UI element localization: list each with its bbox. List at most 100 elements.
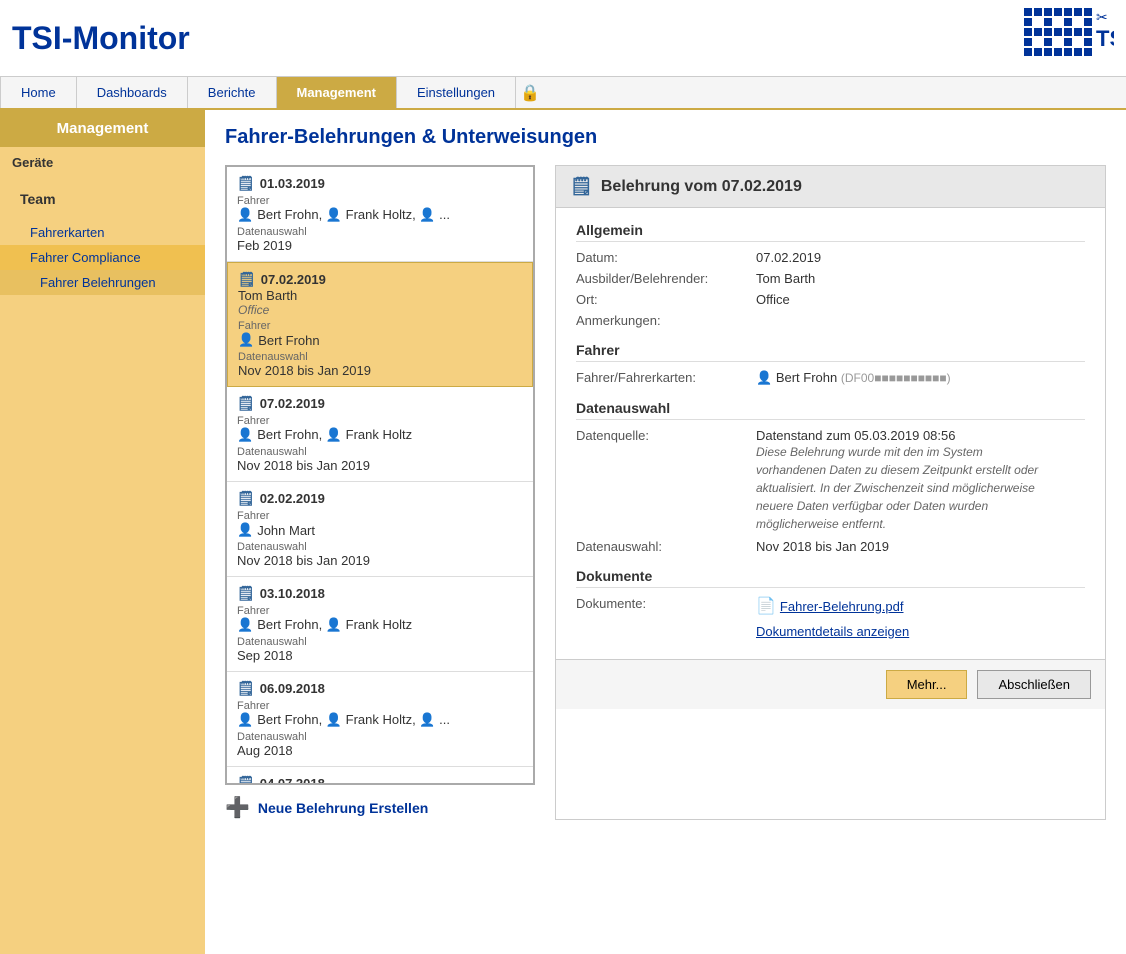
list-item[interactable]: 🗒 06.09.2018 Fahrer 👤 Bert Frohn, 👤 Fran… xyxy=(227,672,533,767)
navbar: Home Dashboards Berichte Management Eins… xyxy=(0,77,1126,110)
tsi-logo-svg: TSI ✂ xyxy=(1024,8,1114,68)
list-item[interactable]: 🗒 07.02.2019 Fahrer 👤 Bert Frohn, 👤 Fran… xyxy=(227,387,533,482)
detail-body: Allgemein Datum: 07.02.2019 Ausbilder/Be… xyxy=(556,208,1105,659)
detail-panel: 🗒 Belehrung vom 07.02.2019 Allgemein Dat… xyxy=(555,165,1106,820)
page-title: Fahrer-Belehrungen & Unterweisungen xyxy=(225,126,1106,149)
detail-label: Dokumente: xyxy=(576,596,756,639)
list-item-fahrer-label: Fahrer xyxy=(237,605,523,617)
list-item-fahrer-label: Fahrer xyxy=(237,510,523,522)
list-item[interactable]: 🗒 01.03.2019 Fahrer 👤 Bert Frohn, 👤 Fran… xyxy=(227,167,533,262)
svg-text:TSI: TSI xyxy=(1096,26,1114,51)
list-item-fahrer-label: Fahrer xyxy=(238,320,522,332)
list-item-date: 🗒 06.09.2018 xyxy=(237,680,523,697)
list-item-datenauswahl: Feb 2019 xyxy=(237,238,523,253)
list-item-fahrer: 👤 John Mart xyxy=(237,522,523,538)
list-item-datenauswahl: Aug 2018 xyxy=(237,743,523,758)
list-item-datenauswahl: Nov 2018 bis Jan 2019 xyxy=(237,553,523,568)
list-item-fahrer: 👤 Bert Frohn, 👤 Frank Holtz xyxy=(237,617,523,633)
section-dokumente: Dokumente xyxy=(576,568,1085,588)
section-datenauswahl: Datenauswahl xyxy=(576,400,1085,420)
list-item[interactable]: 🗒 03.10.2018 Fahrer 👤 Bert Frohn, 👤 Fran… xyxy=(227,577,533,672)
list-item[interactable]: 🗒 07.02.2019 Tom Barth Office Fahrer 👤 B… xyxy=(227,262,533,387)
lock-icon: 🔒 xyxy=(520,83,540,103)
detail-value: Tom Barth xyxy=(756,271,815,286)
list-item-datenauswahl: Sep 2018 xyxy=(237,648,523,663)
nav-management[interactable]: Management xyxy=(277,77,397,108)
svg-text:✂: ✂ xyxy=(1096,9,1108,25)
detail-row: Ausbilder/Belehrender: Tom Barth xyxy=(576,271,1085,286)
abschliessen-button[interactable]: Abschließen xyxy=(977,670,1091,699)
list-item-date: 🗒 04.07.2018 xyxy=(237,775,523,785)
mehr-button[interactable]: Mehr... xyxy=(886,670,968,699)
nav-home[interactable]: Home xyxy=(0,77,77,108)
main-content: Fahrer-Belehrungen & Unterweisungen 🗒 01… xyxy=(205,110,1126,954)
list-item-datenauswahl: Nov 2018 bis Jan 2019 xyxy=(237,458,523,473)
detail-value-dokumente: 📄 Fahrer-Belehrung.pdf Dokumentdetails a… xyxy=(756,596,909,639)
detail-label: Ort: xyxy=(576,292,756,307)
detail-label: Datum: xyxy=(576,250,756,265)
list-item-date: 🗒 01.03.2019 xyxy=(237,175,523,192)
new-btn-label: Neue Belehrung Erstellen xyxy=(258,800,428,816)
list-item-date: 🗒 07.02.2019 xyxy=(237,395,523,412)
detail-label: Datenauswahl: xyxy=(576,539,756,554)
detail-row: Datenauswahl: Nov 2018 bis Jan 2019 xyxy=(576,539,1085,554)
layout: Management Geräte Team Fahrerkarten Fahr… xyxy=(0,110,1126,954)
sidebar: Management Geräte Team Fahrerkarten Fahr… xyxy=(0,110,205,954)
list-panel: 🗒 01.03.2019 Fahrer 👤 Bert Frohn, 👤 Fran… xyxy=(225,165,535,820)
list-item-fahrer-label: Fahrer xyxy=(237,415,523,427)
sidebar-item-fahrer-compliance[interactable]: Fahrer Compliance xyxy=(0,245,205,270)
detail-row: Datum: 07.02.2019 xyxy=(576,250,1085,265)
sidebar-item-fahrerkarten[interactable]: Fahrerkarten xyxy=(0,220,205,245)
plus-icon: ➕ xyxy=(225,795,250,820)
detail-row: Anmerkungen: xyxy=(576,313,1085,328)
list-item-datenauswahl-label: Datenauswahl xyxy=(237,731,523,743)
nav-dashboards[interactable]: Dashboards xyxy=(77,77,188,108)
detail-row: Datenquelle: Datenstand zum 05.03.2019 0… xyxy=(576,428,1085,533)
list-item-datenauswahl-label: Datenauswahl xyxy=(238,351,522,363)
detail-value: 07.02.2019 xyxy=(756,250,821,265)
sidebar-team-label: Team xyxy=(20,191,56,207)
list-item-fahrer: 👤 Bert Frohn xyxy=(238,332,522,348)
pdf-link[interactable]: Fahrer-Belehrung.pdf xyxy=(780,599,904,614)
logo-container: TSI ✂ xyxy=(1024,8,1114,68)
detail-label: Anmerkungen: xyxy=(576,313,756,328)
detail-value: Nov 2018 bis Jan 2019 xyxy=(756,539,889,554)
list-item-fahrer: 👤 Bert Frohn, 👤 Frank Holtz, 👤 ... xyxy=(237,712,523,728)
app-title: TSI-Monitor xyxy=(12,20,190,57)
detail-label: Datenquelle: xyxy=(576,428,756,533)
detail-row: Fahrer/Fahrerkarten: 👤 Bert Frohn (DF00■… xyxy=(576,370,1085,386)
list-item-trainer: Tom Barth xyxy=(238,288,522,303)
list-item[interactable]: 🗒 04.07.2018 Fahrer 👤 Bert Frohn Datenau… xyxy=(227,767,533,785)
sidebar-title: Management xyxy=(0,110,205,147)
detail-label: Fahrer/Fahrerkarten: xyxy=(576,370,756,386)
section-allgemein: Allgemein xyxy=(576,222,1085,242)
detail-value-fahrer: 👤 Bert Frohn (DF00■■■■■■■■■■) xyxy=(756,370,951,386)
list-item-datenauswahl-label: Datenauswahl xyxy=(237,226,523,238)
sidebar-section-geraete[interactable]: Geräte xyxy=(0,147,205,178)
detail-row: Ort: Office xyxy=(576,292,1085,307)
list-item-fahrer-label: Fahrer xyxy=(237,700,523,712)
detail-value: Office xyxy=(756,292,790,307)
nav-einstellungen[interactable]: Einstellungen xyxy=(397,77,516,108)
list-item-fahrer-label: Fahrer xyxy=(237,195,523,207)
sidebar-item-fahrer-belehrungen[interactable]: Fahrer Belehrungen xyxy=(0,270,205,295)
list-item-date: 🗒 02.02.2019 xyxy=(237,490,523,507)
nav-berichte[interactable]: Berichte xyxy=(188,77,277,108)
detail-value-datenquelle: Datenstand zum 05.03.2019 08:56 Diese Be… xyxy=(756,428,1056,533)
list-item-datenauswahl-label: Datenauswahl xyxy=(237,541,523,553)
list-item[interactable]: 🗒 02.02.2019 Fahrer 👤 John Mart Datenaus… xyxy=(227,482,533,577)
detail-header-title: Belehrung vom 07.02.2019 xyxy=(601,178,802,196)
list-item-fahrer: 👤 Bert Frohn, 👤 Frank Holtz xyxy=(237,427,523,443)
detail-row: Dokumente: 📄 Fahrer-Belehrung.pdf Dokume… xyxy=(576,596,1085,639)
detail-header: 🗒 Belehrung vom 07.02.2019 xyxy=(556,166,1105,208)
list-item-date: 🗒 03.10.2018 xyxy=(237,585,523,602)
dokumentdetails-link[interactable]: Dokumentdetails anzeigen xyxy=(756,624,909,639)
list-item-fahrer: 👤 Bert Frohn, 👤 Frank Holtz, 👤 ... xyxy=(237,207,523,223)
content-area: 🗒 01.03.2019 Fahrer 👤 Bert Frohn, 👤 Fran… xyxy=(225,165,1106,820)
list-item-date: 🗒 07.02.2019 xyxy=(238,271,522,288)
list-container[interactable]: 🗒 01.03.2019 Fahrer 👤 Bert Frohn, 👤 Fran… xyxy=(225,165,535,785)
section-fahrer: Fahrer xyxy=(576,342,1085,362)
new-belehrung-button[interactable]: ➕ Neue Belehrung Erstellen xyxy=(225,795,535,820)
list-item-datenauswahl-label: Datenauswahl xyxy=(237,446,523,458)
header: TSI-Monitor xyxy=(0,0,1126,77)
